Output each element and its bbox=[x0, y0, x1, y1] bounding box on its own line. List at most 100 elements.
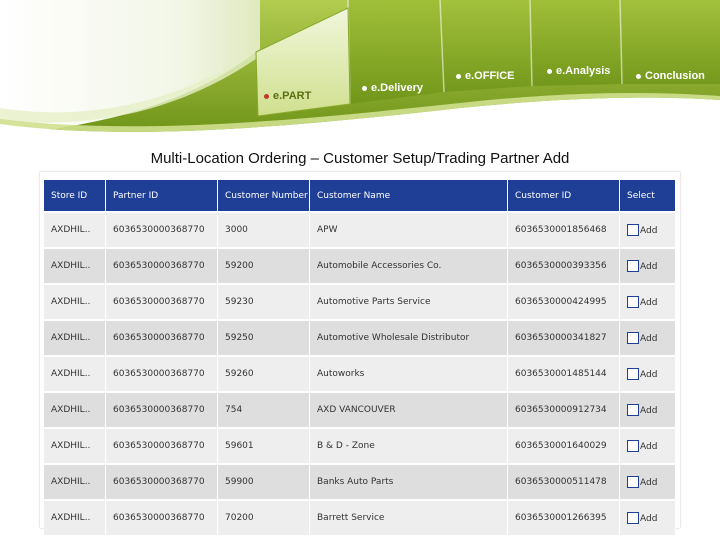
table-row: AXDHIL.. 6036530000368770 754 AXD VANCOU… bbox=[44, 391, 676, 428]
cell-customer-id: 6036530000511478 bbox=[507, 463, 620, 500]
cell-select: Add bbox=[619, 319, 676, 356]
cell-partner-id: 6036530000368770 bbox=[105, 391, 218, 428]
cell-customer-number: 754 bbox=[217, 391, 310, 428]
add-label: Add bbox=[640, 406, 658, 416]
cell-partner-id: 6036530000368770 bbox=[105, 319, 218, 356]
header-customer-name: Customer Name bbox=[309, 180, 508, 212]
header-customer-id: Customer ID bbox=[507, 180, 620, 212]
add-checkbox[interactable] bbox=[627, 296, 639, 308]
tab-eoffice[interactable]: e.OFFICE bbox=[456, 70, 515, 82]
tab-conclusion[interactable]: Conclusion bbox=[636, 70, 705, 82]
cell-select: Add bbox=[619, 391, 676, 428]
cell-customer-name: AXD VANCOUVER bbox=[309, 391, 508, 428]
add-checkbox[interactable] bbox=[627, 440, 639, 452]
customer-table: Store ID Partner ID Customer Number Cust… bbox=[44, 180, 676, 535]
bullet-icon bbox=[264, 93, 269, 99]
table-row: AXDHIL.. 6036530000368770 59601 B & D - … bbox=[44, 427, 676, 464]
add-checkbox[interactable] bbox=[627, 476, 639, 488]
header-partner-id: Partner ID bbox=[105, 180, 218, 212]
add-checkbox[interactable] bbox=[627, 512, 639, 524]
add-label: Add bbox=[640, 514, 658, 524]
add-label: Add bbox=[640, 262, 658, 272]
cell-customer-id: 6036530000912734 bbox=[507, 391, 620, 428]
table-row: AXDHIL.. 6036530000368770 59900 Banks Au… bbox=[44, 463, 676, 500]
tab-epart[interactable]: e.PART bbox=[264, 90, 311, 102]
cell-store-id: AXDHIL.. bbox=[44, 283, 106, 320]
cell-customer-name: Automobile Accessories Co. bbox=[309, 247, 508, 284]
cell-select: Add bbox=[619, 427, 676, 464]
tab-label: e.Analysis bbox=[556, 65, 611, 77]
page-title: Multi-Location Ordering – Customer Setup… bbox=[150, 150, 570, 167]
cell-customer-number: 59900 bbox=[217, 463, 310, 500]
bullet-icon bbox=[362, 85, 367, 91]
cell-customer-id: 6036530000393356 bbox=[507, 247, 620, 284]
cell-store-id: AXDHIL.. bbox=[44, 427, 106, 464]
cell-customer-id: 6036530000424995 bbox=[507, 283, 620, 320]
add-label: Add bbox=[640, 334, 658, 344]
tab-label: e.OFFICE bbox=[465, 70, 515, 82]
cell-customer-id: 6036530001266395 bbox=[507, 499, 620, 535]
header-select: Select bbox=[619, 180, 676, 212]
cell-customer-id: 6036530000341827 bbox=[507, 319, 620, 356]
table-header-row: Store ID Partner ID Customer Number Cust… bbox=[44, 180, 676, 212]
table-row: AXDHIL.. 6036530000368770 59260 Autowork… bbox=[44, 355, 676, 392]
add-label: Add bbox=[640, 226, 658, 236]
cell-customer-number: 59200 bbox=[217, 247, 310, 284]
add-label: Add bbox=[640, 478, 658, 488]
tab-label: e.PART bbox=[273, 90, 312, 102]
cell-customer-name: Barrett Service bbox=[309, 499, 508, 535]
cell-customer-name: Banks Auto Parts bbox=[309, 463, 508, 500]
cell-store-id: AXDHIL.. bbox=[44, 499, 106, 535]
add-checkbox[interactable] bbox=[627, 260, 639, 272]
cell-select: Add bbox=[619, 499, 676, 535]
add-label: Add bbox=[640, 370, 658, 380]
cell-customer-name: Automotive Parts Service bbox=[309, 283, 508, 320]
bullet-icon bbox=[547, 68, 552, 74]
cell-customer-name: Autoworks bbox=[309, 355, 508, 392]
tab-eanalysis[interactable]: e.Analysis bbox=[547, 65, 610, 77]
cell-select: Add bbox=[619, 463, 676, 500]
table-row: AXDHIL.. 6036530000368770 59250 Automoti… bbox=[44, 319, 676, 356]
add-label: Add bbox=[640, 442, 658, 452]
add-checkbox[interactable] bbox=[627, 404, 639, 416]
table-row: AXDHIL.. 6036530000368770 59230 Automoti… bbox=[44, 283, 676, 320]
cell-store-id: AXDHIL.. bbox=[44, 391, 106, 428]
tab-label: Conclusion bbox=[645, 70, 705, 82]
add-checkbox[interactable] bbox=[627, 332, 639, 344]
cell-store-id: AXDHIL.. bbox=[44, 247, 106, 284]
header-store-id: Store ID bbox=[44, 180, 106, 212]
add-label: Add bbox=[640, 298, 658, 308]
cell-partner-id: 6036530000368770 bbox=[105, 499, 218, 535]
cell-partner-id: 6036530000368770 bbox=[105, 283, 218, 320]
add-checkbox[interactable] bbox=[627, 224, 639, 236]
cell-select: Add bbox=[619, 283, 676, 320]
banner bbox=[0, 0, 720, 135]
tab-label: e.Delivery bbox=[371, 82, 423, 94]
cell-customer-name: B & D - Zone bbox=[309, 427, 508, 464]
cell-customer-id: 6036530001485144 bbox=[507, 355, 620, 392]
cell-select: Add bbox=[619, 247, 676, 284]
cell-customer-number: 59230 bbox=[217, 283, 310, 320]
cell-store-id: AXDHIL.. bbox=[44, 211, 106, 248]
cell-partner-id: 6036530000368770 bbox=[105, 247, 218, 284]
cell-store-id: AXDHIL.. bbox=[44, 319, 106, 356]
cell-customer-number: 70200 bbox=[217, 499, 310, 535]
bullet-icon bbox=[456, 73, 461, 79]
cell-customer-number: 59260 bbox=[217, 355, 310, 392]
table-row: AXDHIL.. 6036530000368770 3000 APW 60365… bbox=[44, 211, 676, 248]
cell-partner-id: 6036530000368770 bbox=[105, 463, 218, 500]
table-row: AXDHIL.. 6036530000368770 70200 Barrett … bbox=[44, 499, 676, 535]
table-row: AXDHIL.. 6036530000368770 59200 Automobi… bbox=[44, 247, 676, 284]
cell-customer-number: 59601 bbox=[217, 427, 310, 464]
tab-edelivery[interactable]: e.Delivery bbox=[362, 82, 423, 94]
add-checkbox[interactable] bbox=[627, 368, 639, 380]
cell-select: Add bbox=[619, 211, 676, 248]
cell-customer-name: APW bbox=[309, 211, 508, 248]
bullet-icon bbox=[636, 73, 641, 79]
cell-select: Add bbox=[619, 355, 676, 392]
cell-store-id: AXDHIL.. bbox=[44, 355, 106, 392]
header-customer-number: Customer Number bbox=[217, 180, 310, 212]
cell-customer-number: 3000 bbox=[217, 211, 310, 248]
cell-customer-id: 6036530001856468 bbox=[507, 211, 620, 248]
cell-customer-number: 59250 bbox=[217, 319, 310, 356]
